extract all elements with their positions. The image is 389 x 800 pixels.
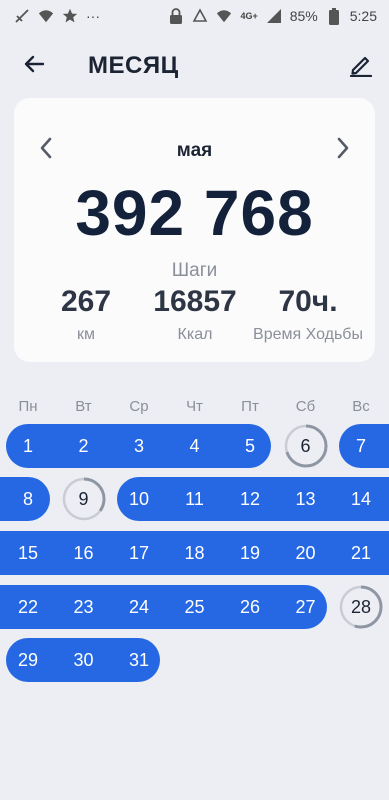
back-button[interactable]	[18, 48, 50, 80]
calendar-day[interactable]: 1	[6, 424, 50, 468]
calendar-day[interactable]: 17	[117, 531, 161, 575]
calendar-day[interactable]: 18	[173, 531, 217, 575]
battery-icon	[326, 7, 342, 25]
weekday-tue: Вт	[75, 398, 92, 415]
calendar-day[interactable]: 14	[339, 477, 383, 521]
calendar-day[interactable]: 31	[117, 638, 161, 682]
distance-unit: км	[77, 326, 95, 343]
weekday-thu: Чт	[186, 398, 203, 415]
steps-label: Шаги	[171, 260, 218, 281]
calendar-day[interactable]: 27	[284, 585, 328, 629]
calendar-day[interactable]: 20	[284, 531, 328, 575]
cell-signal-icon	[266, 8, 282, 24]
calories-value: 16857	[153, 285, 237, 318]
calendar-day[interactable]: 24	[117, 585, 161, 629]
calendar-day[interactable]: 22	[6, 585, 50, 629]
weekday-header: Пн Вт Ср Чт Пт Сб Вс	[0, 398, 389, 418]
walking-time-stat: 70ч. Время Ходьбы	[248, 284, 368, 344]
calendar-day[interactable]: 26	[228, 585, 272, 629]
calendar-day[interactable]: 23	[62, 585, 106, 629]
star-icon	[62, 8, 78, 24]
calendar-day[interactable]: 30	[62, 638, 106, 682]
pencil-icon	[349, 56, 373, 77]
calories-stat: 16857 Ккал	[138, 284, 252, 344]
calendar-day[interactable]: 12	[228, 477, 272, 521]
calories-unit: Ккал	[177, 326, 213, 343]
calendar-day[interactable]: 2	[62, 424, 106, 468]
weekday-fri: Пт	[241, 398, 259, 415]
weekday-wed: Ср	[129, 398, 149, 415]
calendar-day[interactable]: 4	[173, 424, 217, 468]
calendar-day-partial[interactable]: 28	[339, 585, 383, 629]
battery-percent: 85%	[289, 8, 318, 24]
calendar-week-4: 22 23 24 25 26 27 28	[0, 585, 389, 629]
calendar-week-5: 29 30 31	[0, 638, 389, 682]
calendar-week-3: 15 16 17 18 19 20 21	[0, 531, 389, 575]
status-left: ···	[14, 8, 100, 24]
calendar-day[interactable]: 25	[173, 585, 217, 629]
calendar-day-number: 28	[350, 596, 372, 617]
edit-button[interactable]	[345, 48, 377, 80]
weekday-sat: Сб	[295, 398, 316, 415]
steps-total: 392 768	[75, 177, 314, 249]
weekday-sun: Вс	[352, 398, 370, 415]
month-label: мая	[176, 140, 213, 161]
calendar-day-number: 6	[300, 435, 311, 456]
page-title: МЕСЯЦ	[88, 52, 179, 79]
calendar-day-number: 9	[78, 488, 89, 509]
calendar-day[interactable]: 3	[117, 424, 161, 468]
chevron-right-icon	[337, 137, 349, 159]
clock: 5:25	[349, 8, 377, 24]
calendar-day[interactable]: 21	[339, 531, 383, 575]
status-right: 4G+ 85% 5:25	[168, 7, 377, 25]
calendar-day[interactable]: 11	[173, 477, 217, 521]
status-bar: ··· 4G+ 85% 5:25	[0, 0, 389, 32]
calendar-day[interactable]: 19	[228, 531, 272, 575]
calendar-week-1: 1 2 3 4 5 6 7	[0, 424, 389, 468]
calendar-day-partial[interactable]: 9	[62, 477, 106, 521]
distance-value: 267	[60, 285, 112, 318]
walking-time-label: Время Ходьбы	[253, 326, 363, 343]
calendar-day[interactable]: 16	[62, 531, 106, 575]
network-type: 4G+	[240, 11, 258, 21]
weekday-mon: Пн	[18, 398, 38, 415]
calendar-day[interactable]: 10	[117, 477, 161, 521]
calendar-week-2: 8 9 10 11 12 13 14	[0, 477, 389, 521]
calendar-day[interactable]: 15	[6, 531, 50, 575]
more-indicator: ···	[86, 8, 100, 24]
calendar-day[interactable]: 13	[284, 477, 328, 521]
calendar-day[interactable]: 29	[6, 638, 50, 682]
recycle-icon	[192, 8, 208, 24]
lock-icon	[168, 8, 184, 24]
calendar-day[interactable]: 8	[6, 477, 50, 521]
arrow-left-icon	[24, 55, 45, 73]
calendar-day-partial[interactable]: 6	[284, 424, 328, 468]
wifi-status-icon	[216, 8, 232, 24]
next-month-button[interactable]	[331, 134, 355, 162]
month-summary-card: мая 392 768 Шаги 267 км 16857 Ккал 70ч. …	[14, 98, 375, 362]
calendar-day[interactable]: 5	[228, 424, 272, 468]
calendar-day[interactable]: 7	[339, 424, 383, 468]
wifi-icon	[38, 8, 54, 24]
signal-off-icon	[14, 8, 30, 24]
distance-stat: 267 км	[34, 284, 138, 344]
walking-time-value: 70ч.	[278, 285, 338, 318]
app-header: МЕСЯЦ	[0, 36, 389, 92]
